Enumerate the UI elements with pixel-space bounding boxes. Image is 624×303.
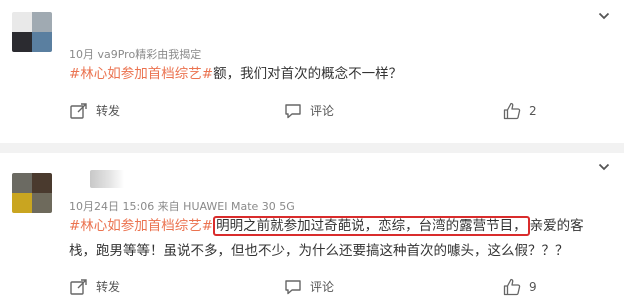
avatar[interactable]	[12, 12, 52, 52]
repost-button[interactable]: 转发	[70, 278, 120, 295]
repost-label: 转发	[96, 104, 121, 118]
post-content: #林心如参加首档综艺# 明明之前就参加过奇葩说，恋综，台湾的露营节目， 亲爱的客栈，…	[69, 214, 606, 264]
repost-label: 转发	[96, 280, 121, 294]
repost-icon	[70, 102, 87, 119]
avatar[interactable]	[12, 173, 52, 213]
like-button[interactable]: 9	[503, 278, 537, 296]
comment-item: 10月24日 15:06 来自 HUAWEI Mate 30 5G #林心如参加…	[0, 153, 624, 303]
like-button[interactable]: 2	[503, 102, 537, 120]
comment-icon	[285, 279, 301, 294]
post-text: 额，我们对首次的概念不一样？	[213, 66, 403, 82]
comment-button[interactable]: 评论	[284, 278, 334, 295]
username[interactable]	[90, 170, 124, 188]
repost-icon	[70, 278, 87, 295]
comment-label: 评论	[310, 280, 335, 294]
comment-item: 10月 va9Pro精彩由我揭定 #林心如参加首档综艺#额，我们对首次的概念不一…	[0, 0, 624, 143]
action-bar: 转发 评论 2	[0, 102, 624, 122]
action-bar: 转发 评论 9	[0, 278, 624, 298]
topic-link[interactable]: #林心如参加首档综艺#	[69, 66, 213, 82]
chevron-down-icon[interactable]	[598, 161, 610, 173]
post-content: #林心如参加首档综艺#额，我们对首次的概念不一样？	[69, 62, 606, 87]
topic-link[interactable]: #林心如参加首档综艺#	[69, 218, 213, 234]
like-count: 9	[529, 280, 537, 294]
like-icon	[503, 102, 521, 120]
comment-icon	[285, 103, 301, 118]
comment-label: 评论	[310, 104, 335, 118]
highlighted-text: 明明之前就参加过奇葩说，恋综，台湾的露营节目，	[213, 216, 530, 236]
post-meta: 10月24日 15:06 来自 HUAWEI Mate 30 5G	[69, 200, 295, 213]
chevron-down-icon[interactable]	[598, 10, 610, 22]
like-count: 2	[529, 104, 537, 118]
divider	[0, 143, 624, 153]
post-meta: 10月 va9Pro精彩由我揭定	[69, 48, 202, 61]
like-icon	[503, 278, 521, 296]
repost-button[interactable]: 转发	[70, 102, 120, 119]
comment-button[interactable]: 评论	[284, 102, 334, 119]
